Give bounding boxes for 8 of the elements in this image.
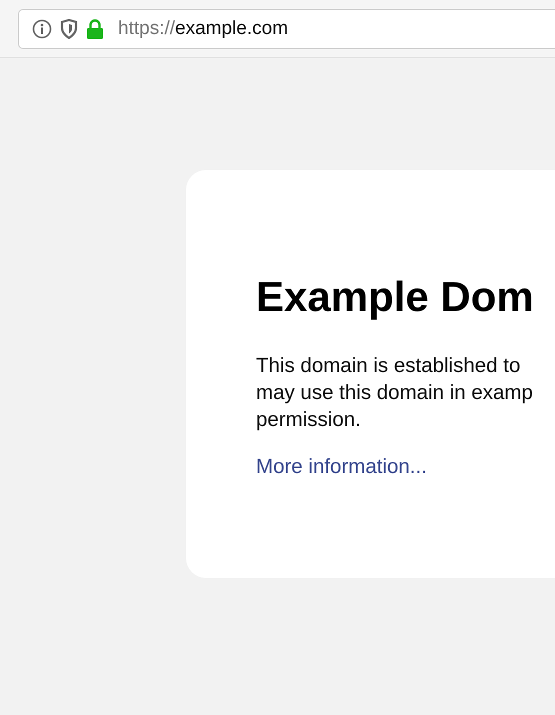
page-heading: Example Dom bbox=[256, 274, 535, 320]
url-text: https://example.com bbox=[118, 18, 288, 40]
info-icon[interactable] bbox=[32, 19, 52, 39]
page-paragraph: This domain is established to may use this domain in examp permission. bbox=[256, 353, 534, 434]
more-information-link[interactable]: More information... bbox=[256, 455, 427, 480]
lock-icon[interactable] bbox=[86, 19, 104, 39]
shield-icon[interactable] bbox=[60, 19, 78, 39]
address-bar[interactable]: https://example.com bbox=[18, 9, 555, 49]
